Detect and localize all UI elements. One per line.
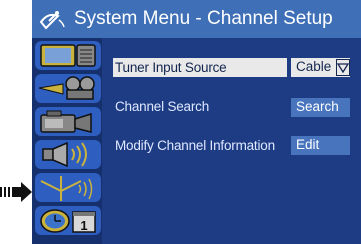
tv-screen-icon bbox=[35, 41, 101, 70]
channel-search-button[interactable]: Search bbox=[291, 98, 350, 117]
sidebar-item-audio[interactable] bbox=[35, 140, 101, 169]
channel-search-button-label: Search bbox=[296, 99, 339, 114]
sidebar-item-camera[interactable] bbox=[35, 107, 101, 136]
modify-channel-edit-button-label: Edit bbox=[296, 137, 320, 152]
menu-header: System Menu - Channel Setup bbox=[32, 0, 361, 38]
menu-content: Tuner Input Source Cable Channel Search … bbox=[102, 38, 361, 244]
modify-channel-edit-button[interactable]: Edit bbox=[291, 136, 350, 155]
film-projector-icon bbox=[35, 74, 101, 103]
calendar-number: 1 bbox=[80, 218, 87, 233]
sidebar-item-display[interactable] bbox=[35, 41, 101, 70]
menu-row-channel-search-label[interactable]: Channel Search bbox=[115, 99, 209, 114]
pointer-arrow-icon bbox=[0, 180, 33, 204]
tuner-input-source-select[interactable]: Cable bbox=[291, 58, 350, 77]
sidebar: 1 bbox=[32, 38, 102, 244]
page-title: System Menu - Channel Setup bbox=[74, 8, 333, 29]
video-camera-icon bbox=[35, 107, 101, 136]
sidebar-item-video[interactable] bbox=[35, 74, 101, 103]
dropdown-arrow-icon[interactable] bbox=[336, 59, 350, 76]
clock-calendar-icon: 1 bbox=[35, 206, 101, 235]
tuner-input-source-value: Cable bbox=[296, 59, 332, 74]
menu-row-modify-channel-information-label[interactable]: Modify Channel Information bbox=[115, 138, 275, 153]
speaker-icon bbox=[35, 140, 101, 169]
sidebar-item-channel[interactable] bbox=[35, 173, 101, 202]
antenna-icon bbox=[35, 173, 101, 202]
tv-screen: System Menu - Channel Setup 1 Tuner Inpu… bbox=[32, 0, 361, 244]
menu-row-tuner-input-source-label[interactable]: Tuner Input Source bbox=[115, 60, 227, 75]
satellite-dish-icon bbox=[38, 8, 66, 30]
sidebar-item-timer[interactable]: 1 bbox=[35, 206, 101, 235]
